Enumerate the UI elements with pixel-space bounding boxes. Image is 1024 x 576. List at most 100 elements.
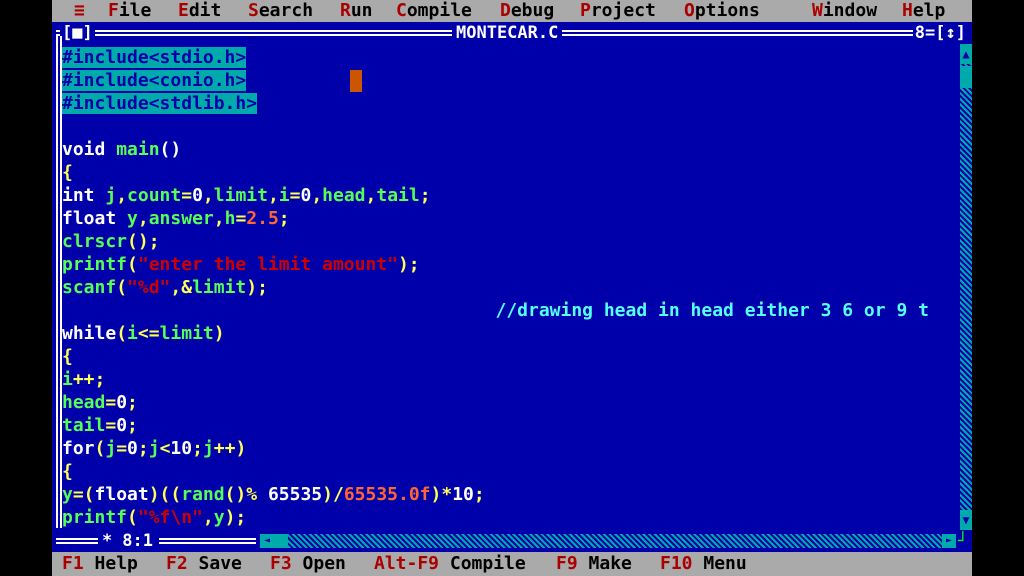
horizontal-scroll-thumb[interactable]	[274, 534, 288, 548]
vertical-scrollbar[interactable]: ▲ ▼	[960, 44, 972, 530]
alt-f9-compile-key[interactable]: Alt-F9 Compile	[374, 552, 526, 576]
code-line[interactable]: #include<stdlib.h>	[62, 92, 958, 115]
code-token: clrscr	[62, 231, 128, 252]
code-line[interactable]: float y,answer,h=2.5;	[62, 207, 958, 230]
window-top-frame: [■] MONTECAR.C 8=[↕]	[52, 22, 972, 44]
code-line[interactable]: clrscr();	[62, 230, 958, 253]
code-line[interactable]: i++;	[62, 368, 958, 391]
f1-help-key[interactable]: F1 Help	[62, 552, 138, 576]
menu-project[interactable]: Project	[580, 0, 656, 22]
window-number: 8	[914, 23, 926, 43]
code-line[interactable]: {	[62, 345, 958, 368]
code-token: j	[105, 185, 117, 206]
vertical-scroll-thumb[interactable]	[960, 66, 972, 88]
code-token: 0	[127, 438, 138, 459]
scroll-left-arrow-icon[interactable]: ◄	[260, 534, 274, 548]
code-token: ,	[116, 185, 128, 206]
code-line[interactable]: scanf("%d",&limit);	[62, 276, 958, 299]
code-line[interactable]	[62, 115, 958, 138]
resize-corner-icon[interactable]: ┘	[958, 530, 972, 552]
code-token: printf	[62, 254, 128, 275]
code-token: limit	[192, 277, 247, 298]
code-token: i	[127, 323, 138, 344]
code-token: <=	[137, 323, 160, 344]
code-token: j	[105, 438, 117, 459]
horizontal-scrollbar[interactable]: ◄ ►	[260, 534, 956, 548]
code-token: count	[127, 185, 182, 206]
f2-save-key[interactable]: F2 Save	[166, 552, 242, 576]
code-token: 0	[116, 392, 128, 413]
code-token: =	[116, 438, 128, 459]
code-line[interactable]: #include<stdio.h>	[62, 46, 958, 69]
code-line[interactable]: {	[62, 161, 958, 184]
menu-help[interactable]: Help	[902, 0, 945, 22]
code-token: ,	[137, 208, 149, 229]
code-token: =	[289, 185, 301, 206]
menu-compile[interactable]: Compile	[396, 0, 472, 22]
scroll-right-arrow-icon[interactable]: ►	[942, 534, 956, 548]
code-line[interactable]: int j,count=0,limit,i=0,head,tail;	[62, 184, 958, 207]
code-token: 65535.0f	[343, 484, 431, 505]
code-token: y	[213, 507, 225, 528]
code-line[interactable]: head=0;	[62, 391, 958, 414]
code-token: ,	[365, 185, 377, 206]
code-token: ;	[278, 208, 290, 229]
code-token: (	[127, 507, 138, 528]
menu-edit[interactable]: Edit	[178, 0, 221, 22]
code-token: (	[94, 438, 106, 459]
code-token: limit	[213, 185, 268, 206]
window-bottom-frame: * 8:1 ◄ ► ┘	[52, 530, 972, 552]
zoom-box-button[interactable]: [↕]	[935, 23, 966, 43]
window-title: MONTECAR.C	[452, 22, 563, 44]
code-token: head	[62, 392, 106, 413]
code-token: j	[148, 438, 160, 459]
code-token: #include<stdio.h>	[62, 47, 247, 68]
code-token: (	[127, 254, 138, 275]
close-box-button[interactable]: [■]	[60, 22, 95, 44]
f3-open-key[interactable]: F3 Open	[270, 552, 346, 576]
menu-debug[interactable]: Debug	[500, 0, 554, 22]
code-line[interactable]: while(i<=limit)	[62, 322, 958, 345]
code-token: <	[159, 438, 171, 459]
code-token: scanf	[62, 277, 117, 298]
menu-window[interactable]: Window	[812, 0, 877, 22]
code-token: "enter the limit amount"	[137, 254, 398, 275]
code-line[interactable]: printf("enter the limit amount");	[62, 253, 958, 276]
code-token: while	[62, 323, 117, 344]
menu-search[interactable]: Search	[248, 0, 313, 22]
f10-menu-key[interactable]: F10 Menu	[660, 552, 747, 576]
code-token: ++;	[72, 369, 106, 390]
scroll-up-arrow-icon[interactable]: ▲	[960, 44, 972, 64]
code-line[interactable]: tail=0;	[62, 414, 958, 437]
menu-run[interactable]: Run	[340, 0, 373, 22]
code-token: 0	[300, 185, 312, 206]
code-token: (	[116, 277, 128, 298]
code-token: h	[224, 208, 236, 229]
line-col-readout: 8:1	[116, 531, 159, 551]
code-token: ,	[311, 185, 323, 206]
code-token: i	[62, 369, 73, 390]
system-menu-icon[interactable]: ≡	[74, 0, 85, 22]
code-line[interactable]: //drawing head in head either 3 6 or 9 t	[62, 299, 958, 322]
f9-make-key[interactable]: F9 Make	[556, 552, 632, 576]
code-line[interactable]: void main()	[62, 138, 958, 161]
code-token: (	[116, 323, 128, 344]
code-token: float	[94, 484, 149, 505]
code-line[interactable]: printf("%f\n",y);	[62, 506, 958, 529]
menu-options[interactable]: Options	[684, 0, 760, 22]
code-token: ;	[127, 415, 138, 436]
menu-file[interactable]: File	[108, 0, 151, 22]
code-line[interactable]: y=(float)((rand()% 65535)/65535.0f)*10;	[62, 483, 958, 506]
code-token: head	[322, 185, 366, 206]
code-token: 10	[452, 484, 474, 505]
code-line[interactable]: {	[62, 460, 958, 483]
scroll-down-arrow-icon[interactable]: ▼	[960, 510, 972, 530]
code-token: int	[62, 185, 106, 206]
code-token: ,	[202, 507, 214, 528]
code-line[interactable]: for(j=0;j<10;j++)	[62, 437, 958, 460]
code-line[interactable]: #include<conio.h>	[62, 69, 958, 92]
code-token: );	[246, 277, 268, 298]
turbo-c-ide: ≡ File Edit Search Run Compile Debug Pro…	[52, 0, 972, 576]
code-editor[interactable]: #include<stdio.h> #include<conio.h> #inclu…	[62, 46, 958, 530]
code-token: y	[62, 484, 73, 505]
